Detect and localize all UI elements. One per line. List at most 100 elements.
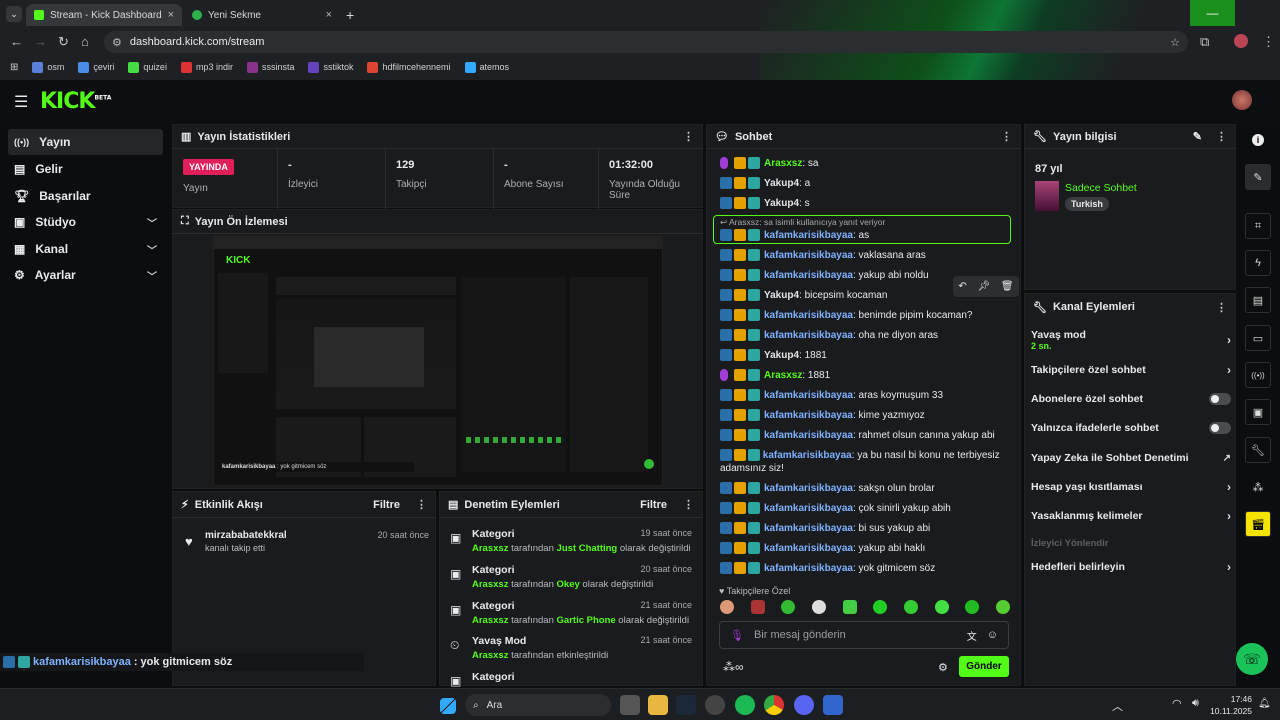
chat-message[interactable]: kafamkarisikbayaa: aras koymuşum 33 <box>720 389 1010 402</box>
chat-settings-icon[interactable]: ⚙ <box>938 661 948 674</box>
bookmark-sssinsta[interactable]: sssinsta <box>246 61 294 73</box>
rail-lightning-button[interactable]: ϟ <box>1245 250 1271 276</box>
bookmark-ceviri[interactable]: çeviri <box>78 61 114 73</box>
rail-notes-button[interactable]: ▤ <box>1245 287 1271 313</box>
edit-icon[interactable]: ✎ <box>1193 130 1202 143</box>
home-icon[interactable]: ⌂ <box>81 34 89 49</box>
emote-icon[interactable] <box>811 600 826 614</box>
chat-message[interactable]: kafamkarisikbayaa: vaklasana aras <box>720 249 1010 262</box>
chat-message[interactable]: Yakup4: a <box>720 177 1010 190</box>
sidebar-item-yayin[interactable]: ((•)) Yayın <box>8 129 163 155</box>
rail-edit-button[interactable]: ✎ <box>1245 164 1271 190</box>
stream-preview-video[interactable]: KICK kafamkarisikbayaa : yok gitmicem sö… <box>213 236 663 486</box>
emote-icon[interactable] <box>842 600 857 614</box>
steam-icon[interactable] <box>676 695 696 715</box>
rail-bot-button[interactable]: ⁂ <box>1245 474 1271 500</box>
emote-chat-toggle[interactable] <box>1209 422 1231 434</box>
tab-search-button[interactable]: ⌄ <box>6 6 22 22</box>
chat-message[interactable]: kafamkarisikbayaa: rahmet olsun canına y… <box>720 429 1010 442</box>
chat-message[interactable]: Arasxsz: sa <box>720 157 1010 170</box>
emote-icon[interactable] <box>903 600 918 614</box>
emote-icon[interactable] <box>995 600 1010 614</box>
tab-new[interactable]: Yeni Sekme × <box>184 4 340 26</box>
windows-start-icon[interactable] <box>440 698 456 714</box>
send-button[interactable]: Gönder <box>959 656 1009 677</box>
taskbar-search[interactable]: ⌕ Ara <box>465 694 611 716</box>
bookmark-mp3[interactable]: mp3 indir <box>180 61 233 73</box>
spotify-icon[interactable] <box>735 695 755 715</box>
github-icon[interactable] <box>705 695 725 715</box>
chat-message[interactable]: kafamkarisikbayaa: kime yazmıyoz <box>720 409 1010 422</box>
volume-icon[interactable]: 🔊︎ <box>1192 697 1199 710</box>
sidebar-item-basarilar[interactable]: 🏆︎ Başarılar <box>8 183 163 209</box>
filter-button[interactable]: Filtre <box>373 499 400 511</box>
bookmark-hdfilm[interactable]: hdfilmcehennemi <box>367 61 451 73</box>
hamburger-menu-icon[interactable]: ☰ <box>14 92 28 112</box>
rail-media-button[interactable]: ▣ <box>1245 399 1271 425</box>
minimize-button[interactable]: — <box>1190 0 1235 26</box>
bookmark-quizei[interactable]: quizei <box>128 61 167 73</box>
banned-words-row[interactable]: Yasaklanmış kelimeler › <box>1031 509 1231 523</box>
emote-icon[interactable] <box>750 600 765 614</box>
close-icon[interactable]: × <box>326 9 332 21</box>
trash-icon[interactable]: 🗑︎ <box>1001 281 1014 292</box>
sidebar-item-kanal[interactable]: ▦ Kanal ﹀ <box>8 236 163 262</box>
chat-message[interactable]: kafamkarisikbayaa: as <box>720 229 1010 242</box>
file-explorer-icon[interactable] <box>648 695 668 715</box>
close-icon[interactable]: × <box>168 9 174 21</box>
chrome-icon[interactable] <box>764 695 784 715</box>
bookmark-star-icon[interactable]: ☆ <box>1170 36 1180 49</box>
chat-message[interactable]: Arasxsz: 1881 <box>720 369 1010 382</box>
emote-icon[interactable] <box>934 600 949 614</box>
back-icon[interactable]: ← <box>10 34 23 49</box>
microphone-icon[interactable]: 🎙︎ <box>730 629 744 642</box>
menu-icon[interactable]: ⋮ <box>1262 34 1275 50</box>
chat-message[interactable]: kafamkarisikbayaa: oha ne diyon aras <box>720 329 1010 342</box>
profile-avatar[interactable] <box>1234 34 1248 48</box>
bot-icon[interactable]: ⁂∞ <box>723 660 744 674</box>
rail-chat-button[interactable]: ▭ <box>1245 325 1271 351</box>
category-name[interactable]: Sadece Sohbet <box>1065 182 1137 194</box>
site-info-icon[interactable]: ⚙ <box>112 36 122 49</box>
age-limit-row[interactable]: Hesap yaşı kısıtlaması › <box>1031 480 1231 494</box>
notification-icon[interactable]: 🔔︎ <box>1258 698 1271 709</box>
taskbar-clock[interactable]: 17:46 10.11.2025 <box>1208 693 1252 717</box>
more-options-icon[interactable]: ⋮ <box>416 498 427 511</box>
chat-message[interactable]: Yakup4: 1881 <box>720 349 1010 362</box>
ai-mod-row[interactable]: Yapay Zeka ile Sohbet Denetimi ↗ <box>1031 451 1231 465</box>
emote-icon[interactable] <box>965 600 980 614</box>
slow-mode-row[interactable]: Yavaş mod 2 sn. › <box>1031 329 1231 355</box>
kick-logo[interactable]: KICKBETA <box>40 89 111 114</box>
wifi-icon[interactable]: ◠ <box>1172 697 1182 710</box>
chat-message[interactable]: kafamkarisikbayaa: benimde pipim kocaman… <box>720 309 1010 322</box>
task-view-icon[interactable] <box>620 695 640 715</box>
chat-message[interactable]: kafamkarisikbayaa: sakşn olun brolar <box>720 482 1010 495</box>
sidebar-item-ayarlar[interactable]: ⚙ Ayarlar ﹀ <box>8 262 163 288</box>
rail-clapper-button[interactable]: 🎬︎ <box>1245 511 1271 537</box>
goals-row[interactable]: Hedefleri belirleyin › <box>1031 560 1231 574</box>
forward-icon[interactable]: → <box>34 34 47 49</box>
user-avatar[interactable] <box>1232 90 1252 110</box>
translate-icon[interactable]: 文 <box>967 628 977 643</box>
tray-chevron-icon[interactable]: ︿ <box>1112 698 1123 714</box>
pin-icon[interactable]: 📌︎ <box>977 281 990 292</box>
chat-message[interactable]: kafamkarisikbayaa: çok sinirli yakup abi… <box>720 502 1010 515</box>
emote-icon[interactable] <box>781 600 796 614</box>
more-options-icon[interactable]: ⋮ <box>683 130 694 143</box>
subs-chat-toggle[interactable] <box>1209 393 1231 405</box>
new-tab-button[interactable]: + <box>346 7 354 23</box>
chat-message[interactable]: kafamkarisikbayaa: yok gitmicem söz <box>720 562 1010 575</box>
info-icon[interactable]: i <box>1252 134 1264 146</box>
more-options-icon[interactable]: ⋮ <box>1216 301 1227 314</box>
rail-broadcast-button[interactable]: ((•)) <box>1245 362 1271 388</box>
chat-message[interactable]: kafamkarisikbayaa: yakup abi haklı <box>720 542 1010 555</box>
chat-message[interactable]: kafamkarisikbayaa: ya bu nasıl bi konu n… <box>720 449 1010 475</box>
category-thumbnail[interactable] <box>1035 181 1059 211</box>
rail-wrench-button[interactable]: 🔧︎ <box>1245 437 1271 463</box>
sidebar-item-gelir[interactable]: ▤ Gelir <box>8 156 163 182</box>
chat-message[interactable]: kafamkarisikbayaa: bi sus yakup abi <box>720 522 1010 535</box>
rail-clip-button[interactable]: ⌗ <box>1245 213 1271 239</box>
address-bar[interactable]: ⚙ dashboard.kick.com/stream ☆ <box>104 31 1188 53</box>
bookmark-osm[interactable]: osm <box>32 61 64 73</box>
sidebar-item-studyo[interactable]: ▣ Stüdyo ﹀ <box>8 209 163 235</box>
